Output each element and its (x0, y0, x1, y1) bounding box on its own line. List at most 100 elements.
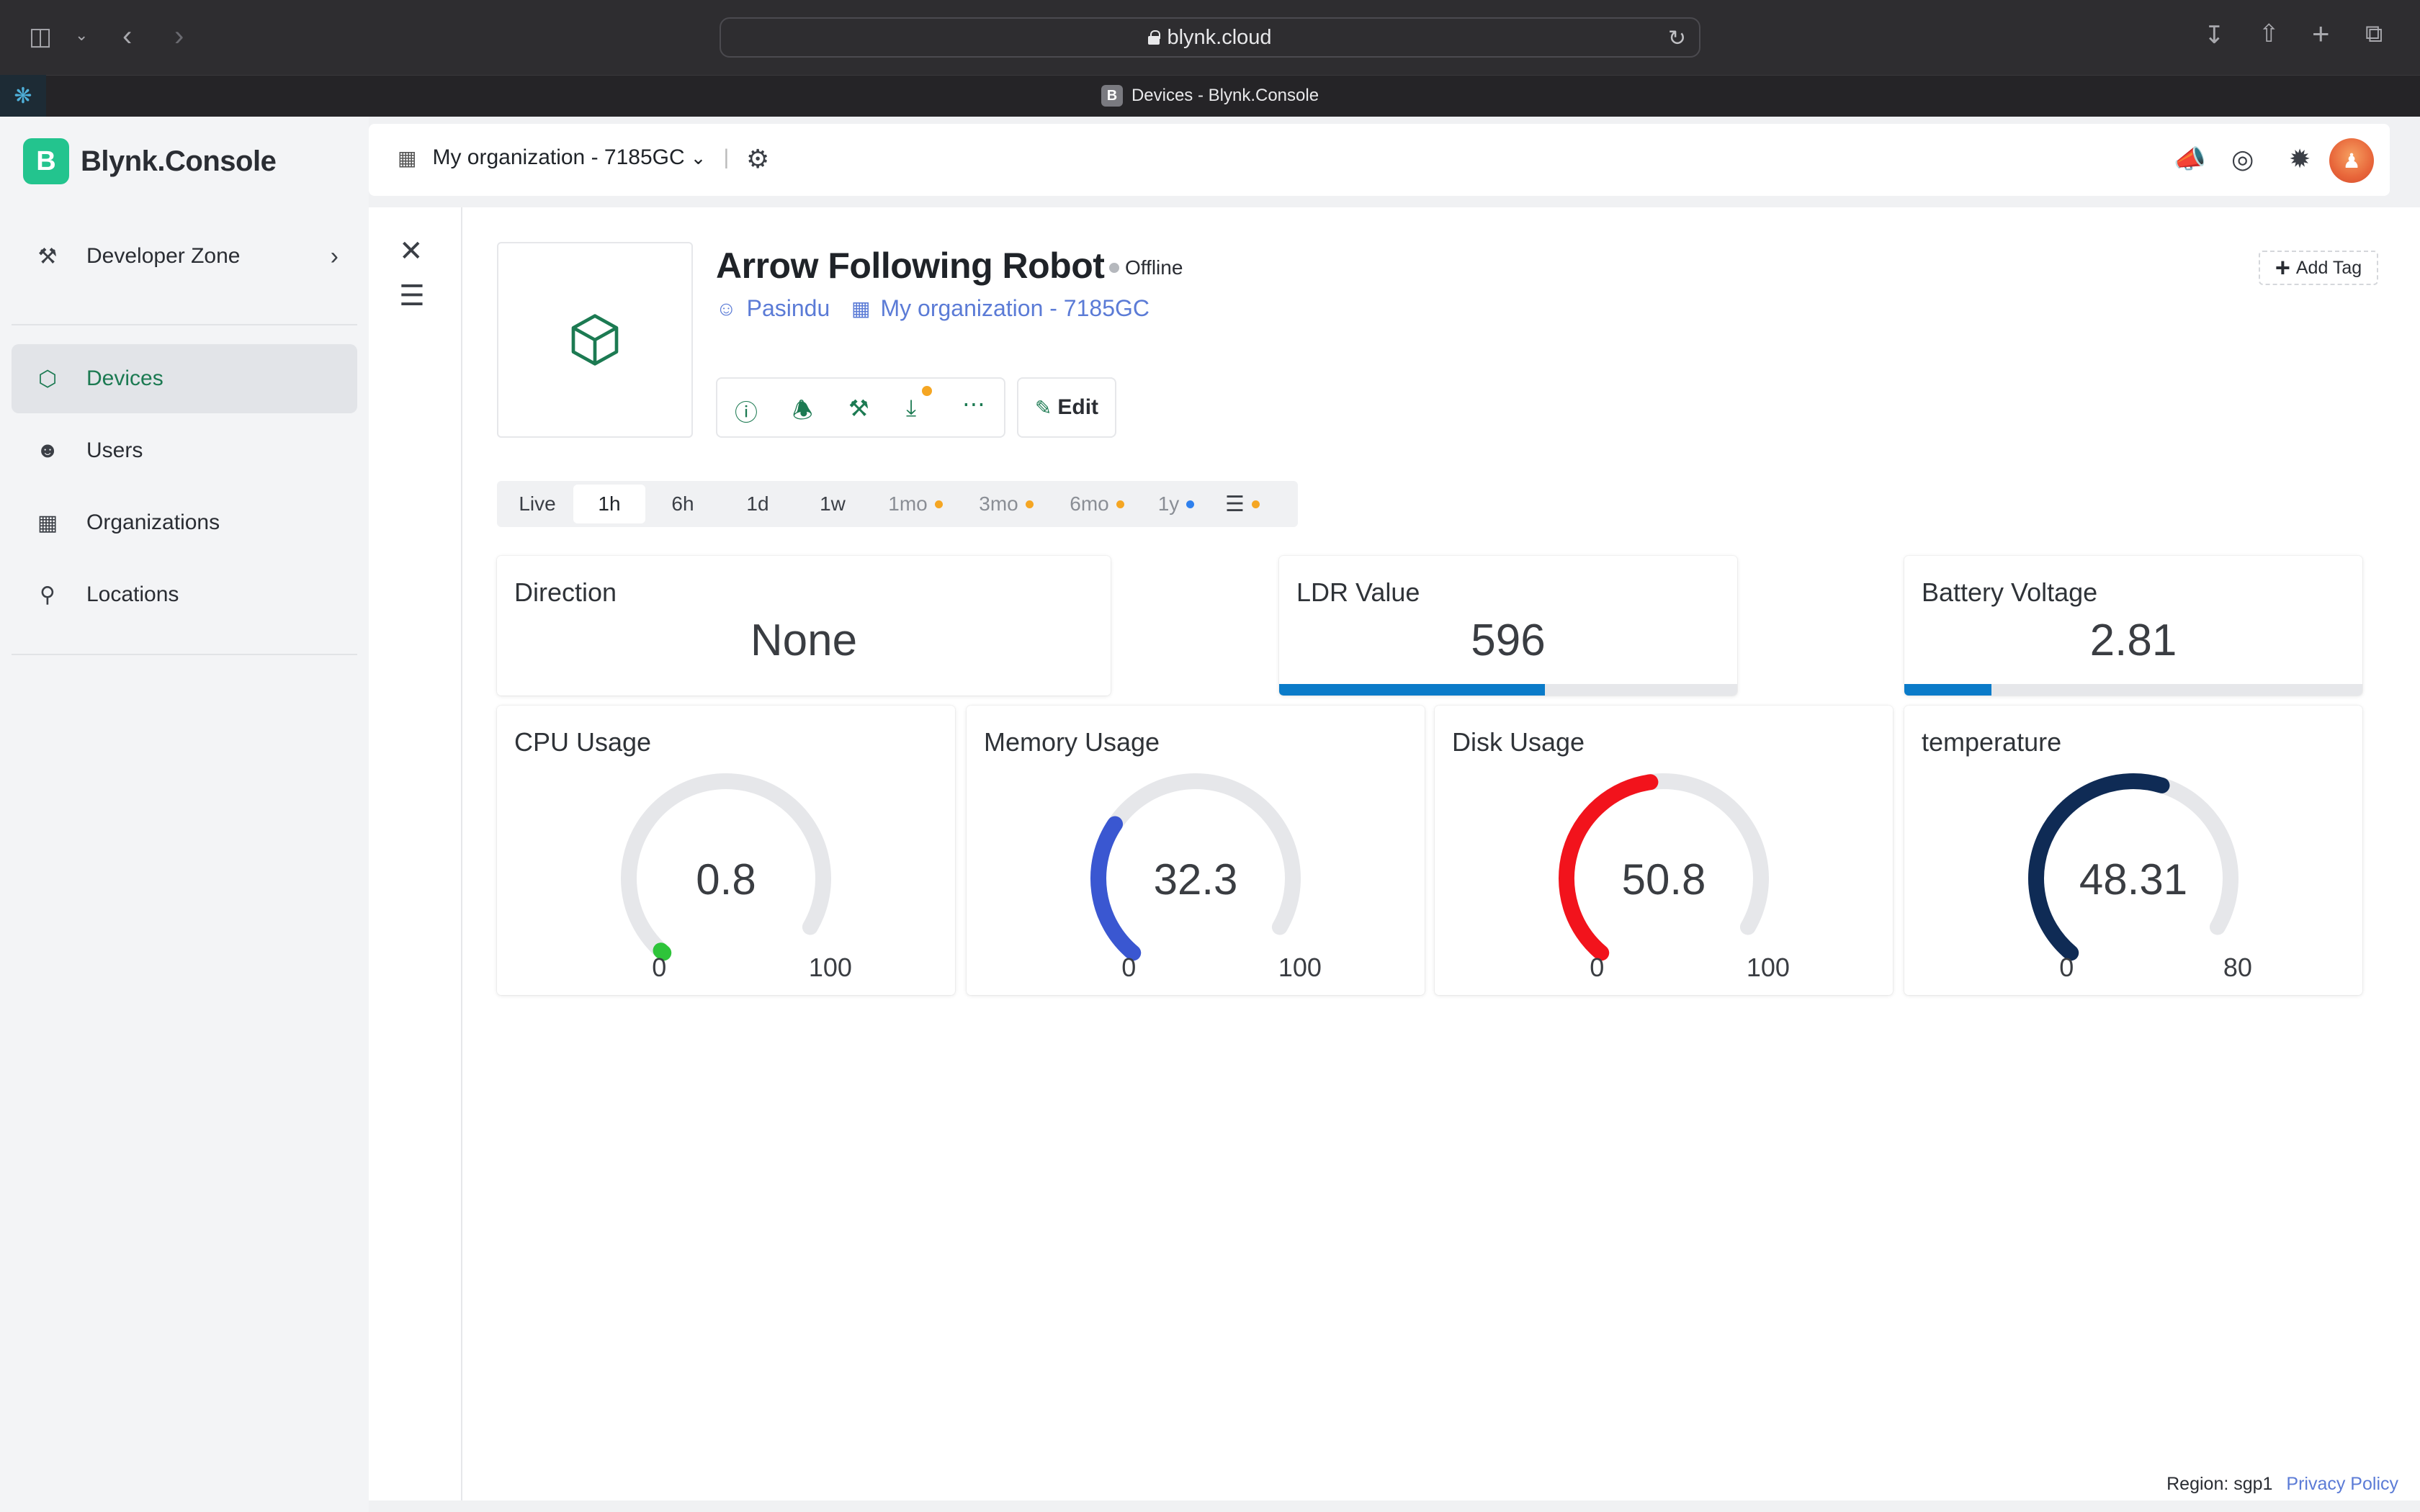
tools-icon[interactable]: ⚒ (848, 395, 869, 422)
widget-value: 596 (1471, 616, 1546, 665)
gear-icon[interactable]: ⚙ (746, 144, 769, 174)
level-bar-fill (1904, 684, 1991, 696)
url-text: blynk.cloud (1167, 25, 1272, 49)
download-icon[interactable]: ⤓ (906, 395, 916, 422)
gauge-value: 48.31 (2079, 855, 2187, 904)
gauge: 48.31 0 80 (2028, 773, 2252, 982)
gauge-min-label: 0 (2059, 953, 2074, 982)
sidebar-item-organizations[interactable]: ▦ Organizations (12, 488, 357, 557)
info-icon[interactable]: ⓘ (735, 395, 758, 428)
privacy-policy-link[interactable]: Privacy Policy (2286, 1474, 2398, 1494)
tab-label: 1mo (888, 492, 928, 515)
help-icon[interactable]: ◎ (2231, 144, 2254, 174)
sidebar-item-devices[interactable]: ⬡ Devices (12, 344, 357, 413)
sidebar-item-developer-zone[interactable]: ⚒ Developer Zone › (12, 222, 357, 291)
sidebar-divider (12, 654, 357, 655)
announcements-icon[interactable]: 📣 (2174, 144, 2206, 174)
owner-link[interactable]: ☺ Pasindu (716, 295, 830, 322)
gauge-max-label: 80 (2223, 953, 2252, 982)
tab-favicon: B (1101, 85, 1123, 107)
tab-6h[interactable]: 6h (645, 485, 720, 523)
top-header: ▦ My organization - 7185GC ⌄ | ⚙ 📣 ◎ ✹ ♟ (369, 124, 2390, 196)
cube-icon (571, 314, 619, 366)
status-text: Offline (1125, 256, 1183, 279)
widget-cpu-usage: CPU Usage 0.8 0 100 (497, 706, 955, 995)
tab-label: 6mo (1070, 492, 1109, 515)
sidebar-item-label: Developer Zone (86, 244, 241, 268)
widget-ldr-value: LDR Value 596 (1279, 556, 1737, 696)
bell-icon[interactable]: 🕭 (792, 395, 813, 433)
sidebar-item-label: Users (86, 438, 143, 462)
level-bar (1279, 684, 1737, 696)
level-bar (1904, 684, 2362, 696)
device-image (497, 242, 693, 438)
plus-icon: + (2275, 253, 2290, 282)
address-bar[interactable]: blynk.cloud ↻ (720, 17, 1700, 58)
chevron-down-icon[interactable]: ⌄ (75, 27, 88, 43)
tab-title: Devices - Blynk.Console (1131, 86, 1319, 105)
close-icon[interactable]: ✕ (399, 235, 424, 268)
active-tab[interactable]: B Devices - Blynk.Console (0, 75, 2420, 117)
cube-icon: ⬡ (37, 366, 58, 391)
time-range-tabs: Live 1h 6h 1d 1w 1mo 3mo 6mo 1y ☰ (497, 481, 1298, 527)
tab-1w[interactable]: 1w (795, 485, 870, 523)
device-actions: ⓘ 🕭 ⚒ ⤓ ⋯ (716, 377, 1005, 438)
lock-icon (1148, 30, 1161, 45)
sidebar-item-label: Devices (86, 366, 163, 390)
downloads-icon[interactable]: ↧ (2204, 23, 2225, 48)
footer: Region: sgp1 Privacy Policy (2156, 1471, 2408, 1498)
new-tab-icon[interactable]: + (2312, 19, 2330, 49)
tab-label: 1h (598, 492, 621, 515)
bug-report-icon[interactable]: ✹ (2289, 144, 2311, 174)
gauge-max-label: 100 (1747, 953, 1790, 982)
share-icon[interactable]: ⇧ (2259, 22, 2280, 46)
organization-selector[interactable]: ▦ My organization - 7185GC ⌄ | (398, 145, 729, 170)
add-tag-label: Add Tag (2295, 257, 2362, 278)
gauge-value: 32.3 (1154, 855, 1238, 904)
edit-icon: ✎ (1034, 396, 1052, 419)
edit-button[interactable]: ✎ Edit (1017, 377, 1116, 438)
region-label: Region: sgp1 (2166, 1474, 2273, 1494)
premium-dot (1116, 500, 1124, 508)
tab-1y[interactable]: 1y (1142, 485, 1210, 523)
tab-3mo[interactable]: 3mo (961, 485, 1052, 523)
building-icon: ▦ (851, 297, 871, 320)
brand-logo[interactable]: B Blynk.Console (23, 138, 277, 184)
sidebar-toggle-icon[interactable]: ◫ (29, 24, 52, 49)
tab-1mo[interactable]: 1mo (870, 485, 961, 523)
sidebar-item-users[interactable]: ☻ Users (12, 416, 357, 485)
tab-1d[interactable]: 1d (720, 485, 795, 523)
forward-icon[interactable]: › (174, 22, 184, 50)
organization-link-text: My organization - 7185GC (880, 295, 1150, 321)
edit-label: Edit (1057, 395, 1099, 419)
organization-link[interactable]: ▦ My organization - 7185GC (851, 295, 1150, 322)
tab-custom-range[interactable]: ☰ (1210, 485, 1275, 523)
tab-1h[interactable]: 1h (573, 485, 645, 523)
more-icon[interactable]: ⋯ (962, 390, 985, 418)
level-bar-fill (1279, 684, 1545, 696)
menu-icon[interactable]: ☰ (399, 279, 425, 312)
tab-overview-icon[interactable]: ⧉ (2365, 22, 2383, 46)
widget-value: None (750, 616, 858, 665)
logo-mark: B (23, 138, 69, 184)
reload-icon[interactable]: ↻ (1668, 26, 1686, 51)
user-icon: ☺ (716, 297, 737, 320)
widget-title: Disk Usage (1452, 727, 1585, 757)
widget-battery-voltage: Battery Voltage 2.81 (1904, 556, 2362, 696)
avatar[interactable]: ♟ (2329, 138, 2374, 183)
back-icon[interactable]: ‹ (122, 22, 132, 50)
device-page: ✕ ☰ Arrow Following Robot Offline ☺ Pasi… (369, 207, 2420, 1500)
sidebar-item-locations[interactable]: ⚲ Locations (12, 560, 357, 629)
tab-6mo[interactable]: 6mo (1052, 485, 1142, 523)
tab-live[interactable]: Live (501, 485, 573, 523)
tab-label: 6h (671, 492, 694, 515)
location-pin-icon: ⚲ (40, 582, 55, 607)
gauge-max-label: 100 (1278, 953, 1322, 982)
chevron-right-icon: › (330, 242, 339, 270)
organization-name: My organization - 7185GC (432, 145, 685, 169)
gauge-min-label: 0 (652, 953, 666, 982)
add-tag-button[interactable]: + Add Tag (2259, 251, 2378, 285)
widget-direction: Direction None (497, 556, 1111, 696)
premium-dot (1186, 500, 1195, 508)
owner-name: Pasindu (746, 295, 830, 321)
